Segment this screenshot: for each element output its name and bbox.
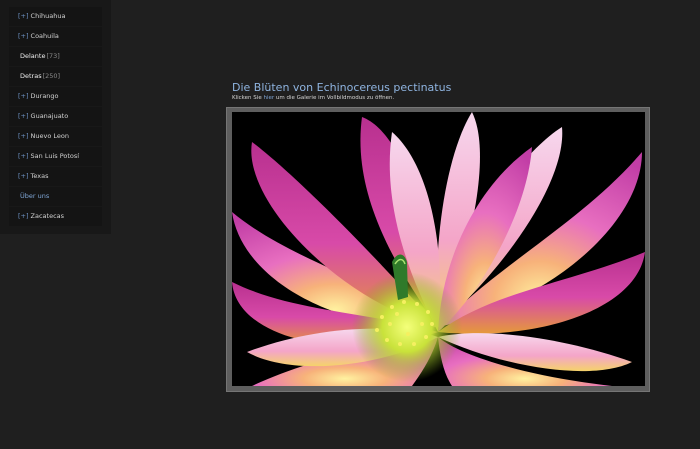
expand-icon: [+] xyxy=(18,12,29,20)
sidebar-item-label: Texas xyxy=(30,172,49,180)
gallery-hint: Klicken Sie hier um die Galerie im Vollb… xyxy=(232,95,394,101)
item-count: [73] xyxy=(46,52,60,60)
photo-frame xyxy=(226,107,650,392)
sidebar-menu: [+] Chihuahua [+] Coahuila Delante[73] Det… xyxy=(9,7,102,227)
sidebar-item-label: Detras xyxy=(20,72,42,80)
sidebar-item-zacatecas[interactable]: [+] Zacatecas xyxy=(9,207,102,226)
flower-illustration xyxy=(232,112,645,386)
sidebar-item-coahuila[interactable]: [+] Coahuila xyxy=(9,27,102,46)
expand-icon: [+] xyxy=(18,112,29,120)
sidebar-item-chihuahua[interactable]: [+] Chihuahua xyxy=(9,7,102,26)
sidebar: [+] Chihuahua [+] Coahuila Delante[73] Det… xyxy=(0,0,111,234)
sidebar-item-durango[interactable]: [+] Durango xyxy=(9,87,102,106)
expand-icon: [+] xyxy=(18,212,29,220)
sidebar-item-label: Nuevo Leon xyxy=(30,132,70,140)
sidebar-item-guanajuato[interactable]: [+] Guanajuato xyxy=(9,107,102,126)
sidebar-item-label: San Luis Potosí xyxy=(30,152,80,160)
page-title: Die Blüten von Echinocereus pectinatus xyxy=(232,81,452,94)
item-count: [250] xyxy=(42,72,61,80)
expand-icon: [+] xyxy=(18,92,29,100)
sidebar-item-detras[interactable]: Detras[250] xyxy=(9,67,102,86)
sidebar-item-texas[interactable]: [+] Texas xyxy=(9,167,102,186)
sidebar-item-san-luis-potosi[interactable]: [+] San Luis Potosí xyxy=(9,147,102,166)
sidebar-item-label: Delante xyxy=(20,52,46,60)
sidebar-item-label: Coahuila xyxy=(30,32,59,40)
sidebar-item-delante[interactable]: Delante[73] xyxy=(9,47,102,66)
sidebar-item-nuevo-leon[interactable]: [+] Nuevo Leon xyxy=(9,127,102,146)
sidebar-item-label: Guanajuato xyxy=(30,112,69,120)
hint-text-after: um die Galerie im Vollbildmodus zu öffne… xyxy=(275,95,395,101)
hint-text-before: Klicken Sie xyxy=(232,95,262,101)
sidebar-item-label: Chihuahua xyxy=(30,12,66,20)
expand-icon: [+] xyxy=(18,152,29,160)
cactus-flower-photo[interactable] xyxy=(232,112,645,386)
sidebar-item-label: Zacatecas xyxy=(30,212,65,220)
expand-icon: [+] xyxy=(18,172,29,180)
sidebar-item-label: Durango xyxy=(30,92,59,100)
fullscreen-gallery-link[interactable]: hier xyxy=(263,95,274,101)
expand-icon: [+] xyxy=(18,132,29,140)
sidebar-item-label: Über uns xyxy=(20,192,50,200)
expand-icon: [+] xyxy=(18,32,29,40)
sidebar-item-ueber-uns[interactable]: Über uns xyxy=(9,187,102,206)
